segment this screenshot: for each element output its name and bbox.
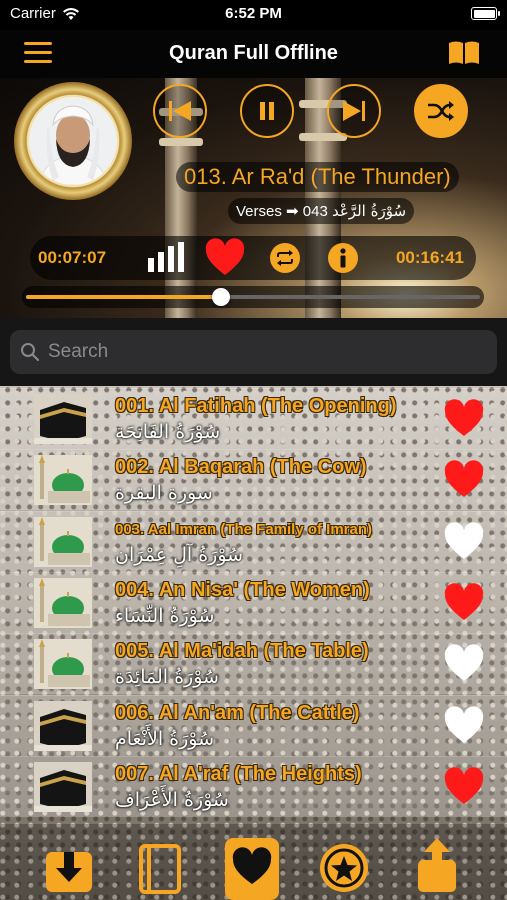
progress-slider[interactable] — [22, 286, 484, 308]
next-button[interactable] — [327, 84, 381, 138]
total-duration: 00:16:41 — [395, 248, 464, 267]
kaaba-icon — [34, 700, 92, 751]
shuffle-icon — [428, 101, 454, 121]
search-area — [0, 318, 507, 386]
favorite-heart-icon[interactable] — [443, 644, 485, 684]
time-bar: 00:07:07 00:16:41 — [30, 236, 476, 280]
search-bar[interactable] — [10, 330, 497, 374]
info-icon — [340, 248, 346, 268]
surah-arabic-name: سُوْرَةُ الأَنْعَام — [115, 727, 215, 750]
kaaba-icon — [34, 761, 92, 812]
skip-previous-icon — [169, 101, 191, 121]
surah-arabic-name: سُوْرَةُ الأَعْرَاف — [115, 788, 229, 811]
search-input[interactable] — [48, 341, 468, 363]
verses-label: Verses — [236, 203, 282, 220]
nav-bar: Quran Full Offline — [0, 30, 507, 78]
heart-icon — [232, 847, 272, 884]
book-icon — [139, 844, 181, 894]
surah-list: 001. Al Fatihah (The Opening) سُوْرَةُ ال… — [0, 386, 507, 900]
favorite-heart-icon[interactable] — [443, 705, 485, 746]
mosque-dome-icon — [34, 455, 92, 506]
surah-row[interactable]: 007. Al A'raf (The Heights) سُوْرَةُ الأَ… — [0, 755, 507, 817]
mosque-dome-icon — [34, 577, 92, 628]
player-panel: 013. Ar Ra'd (The Thunder) Verses ➡ 043 … — [0, 78, 507, 318]
favorite-heart-icon[interactable] — [443, 521, 485, 562]
surah-row[interactable]: 006. Al An'am (The Cattle) سُوْرَةُ الأَن… — [0, 694, 507, 756]
info-button[interactable] — [328, 243, 358, 273]
tab-starred[interactable] — [317, 838, 371, 898]
equalizer-icon — [148, 242, 186, 272]
mosque-dome-icon — [34, 639, 92, 690]
surah-arabic-name: سُوْرَةُ الفَاتِحَة — [115, 421, 221, 443]
status-time: 6:52 PM — [225, 5, 282, 22]
surah-title: 001. Al Fatihah (The Opening) — [115, 395, 397, 417]
kaaba-icon — [34, 394, 92, 444]
surah-arabic-name: سُوْرَةُ المَائِدَة — [115, 666, 219, 689]
verses-count: 043 — [302, 203, 328, 220]
tab-bar — [0, 824, 507, 900]
surah-row[interactable]: 005. Al Ma'idah (The Table) سُوْرَةُ المَ… — [0, 633, 507, 694]
mosque-dome-icon — [34, 516, 92, 567]
verses-info: Verses ➡ 043 سُوْرَةُ الرَّعْد — [228, 198, 415, 224]
skip-next-icon — [343, 101, 365, 121]
pause-icon — [260, 102, 274, 120]
track-title: 013. Ar Ra'd (The Thunder) — [176, 162, 459, 192]
reciter-frame — [14, 82, 132, 200]
slider-track — [26, 288, 480, 306]
share-icon — [418, 838, 456, 892]
book-open-icon[interactable] — [447, 40, 481, 66]
surah-row[interactable]: 004. An Nisa' (The Women) سُوْرَةُ النِّس… — [0, 571, 507, 633]
favorite-heart-icon[interactable] — [443, 460, 485, 500]
star-icon — [320, 844, 368, 892]
surah-title: 005. Al Ma'idah (The Table) — [115, 640, 369, 663]
surah-title: 004. An Nisa' (The Women) — [115, 578, 370, 601]
tab-share[interactable] — [410, 838, 464, 898]
verses-arabic: سُوْرَةُ الرَّعْد — [331, 202, 407, 220]
surah-row[interactable]: 002. Al Baqarah (The Cow) سورة البقرة — [0, 449, 507, 510]
favorite-heart-icon[interactable] — [443, 583, 485, 623]
surah-arabic-name: سُوْرَةُ آلِ عِمْرَان — [115, 543, 244, 566]
surah-title: 003. Aal Imran (The Family of Imran) — [115, 520, 373, 538]
surah-title: 002. Al Baqarah (The Cow) — [115, 456, 367, 479]
slider-fill — [26, 295, 222, 299]
pause-button[interactable] — [240, 84, 294, 138]
favorite-heart-icon[interactable] — [443, 767, 485, 807]
page-title: Quran Full Offline — [169, 42, 338, 64]
repeat-button[interactable] — [270, 243, 300, 273]
search-icon — [21, 343, 40, 362]
tab-downloads[interactable] — [42, 838, 96, 898]
previous-button[interactable] — [153, 84, 207, 138]
surah-arabic-name: سُوْرَةُ النِّسَاء — [115, 604, 215, 627]
battery-icon — [471, 7, 500, 20]
reciter-avatar — [29, 97, 117, 185]
download-icon — [46, 852, 92, 892]
arrow-right-icon: ➡ — [286, 203, 299, 220]
favorite-heart-icon[interactable] — [204, 238, 246, 278]
surah-title: 007. Al A'raf (The Heights) — [115, 762, 362, 785]
shuffle-button[interactable] — [414, 84, 468, 138]
surah-row[interactable]: 001. Al Fatihah (The Opening) سُوْرَةُ ال… — [0, 388, 507, 449]
surah-title: 006. Al An'am (The Cattle) — [115, 701, 360, 724]
status-bar: Carrier 6:52 PM — [0, 0, 507, 30]
tab-favorites[interactable] — [225, 838, 279, 900]
slider-thumb[interactable] — [212, 288, 231, 306]
surah-row[interactable]: 003. Aal Imran (The Family of Imran) سُوْ… — [0, 510, 507, 572]
favorite-heart-icon[interactable] — [443, 399, 485, 439]
elapsed-time: 00:07:07 — [38, 248, 107, 267]
surah-arabic-name: سورة البقرة — [115, 482, 213, 505]
repeat-icon — [277, 250, 293, 266]
tab-library[interactable] — [133, 838, 187, 898]
